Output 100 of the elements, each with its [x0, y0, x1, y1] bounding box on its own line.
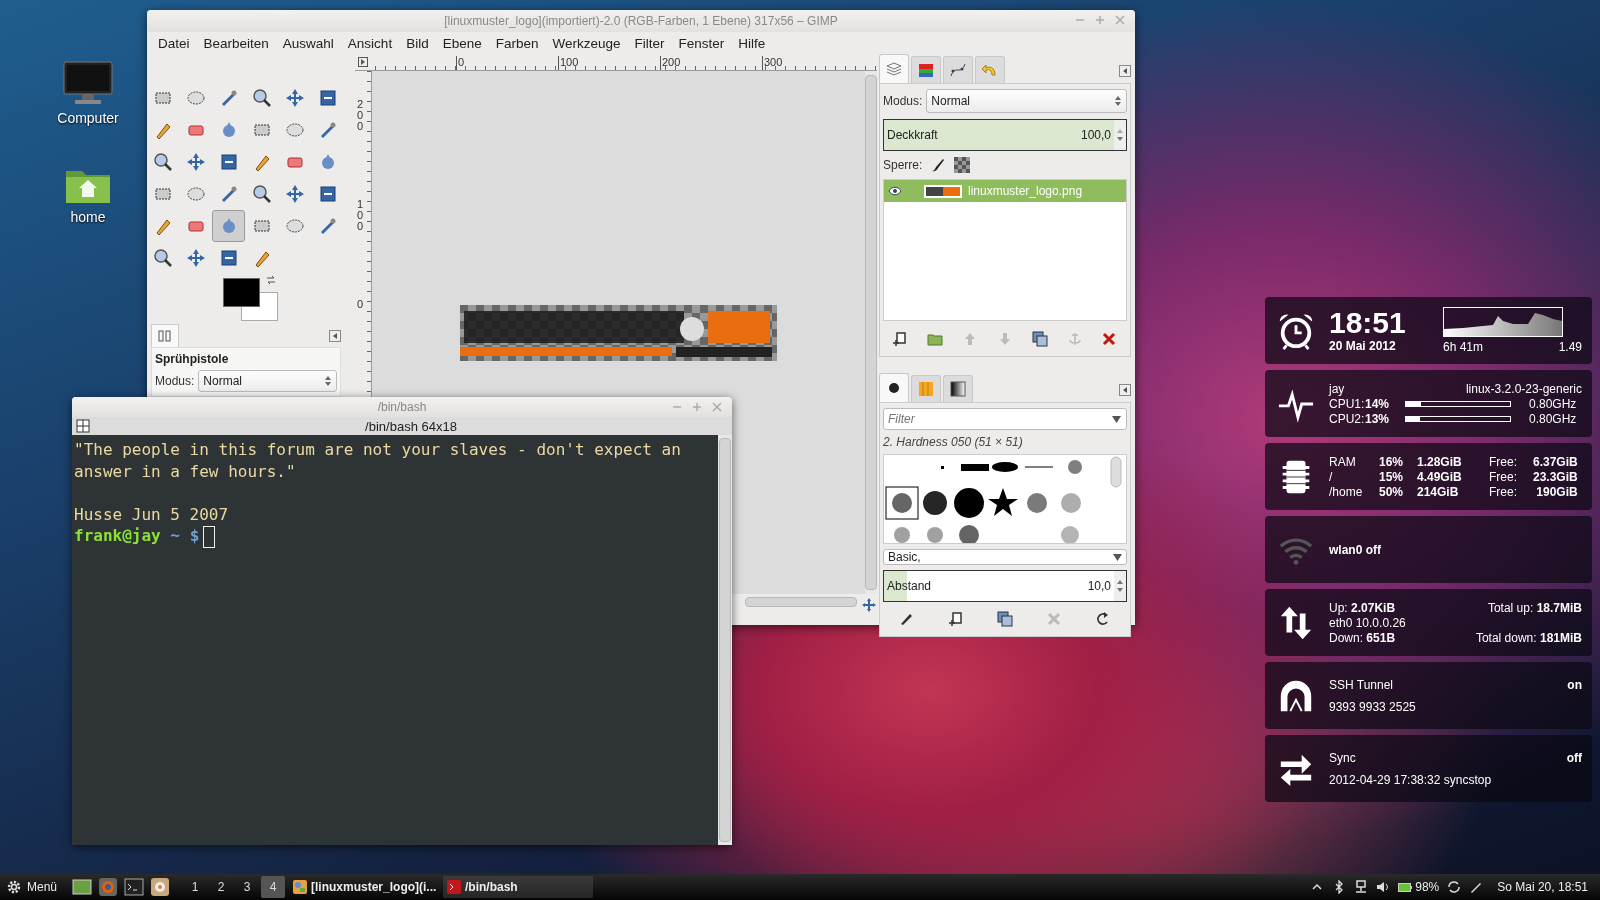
lock-label: Sperre:: [883, 158, 923, 172]
battery-indicator[interactable]: 98%: [1398, 880, 1440, 894]
folder-icon[interactable]: [927, 331, 944, 347]
panel-menu-icon[interactable]: [1119, 384, 1131, 396]
battery-icon: [1398, 882, 1413, 892]
filter-field[interactable]: Filter: [883, 408, 1127, 430]
brush-icon[interactable]: [930, 157, 947, 173]
delete-icon[interactable]: [1101, 331, 1118, 347]
layers-icon: [885, 60, 903, 78]
channels-icon: [917, 61, 935, 79]
task-button[interactable]: [linuxmuster_logo](i...: [289, 876, 440, 898]
new-brush-icon[interactable]: [948, 611, 965, 627]
volume-icon[interactable]: [1376, 880, 1391, 894]
menu-item[interactable]: Filter: [627, 33, 672, 53]
browser-icon[interactable]: [98, 878, 119, 896]
network-icon[interactable]: [1354, 880, 1369, 894]
terminal-icon[interactable]: [124, 878, 145, 896]
dock-tab[interactable]: [879, 373, 909, 402]
desktop-icon-label[interactable]: home: [70, 209, 106, 225]
color-swatches-drawing[interactable]: [223, 278, 279, 322]
sync-title: Sync: [1329, 750, 1356, 765]
terminal-line: "The people in this forum are not your slaves - don't expect an: [74, 439, 682, 461]
storage-percent: 50%: [1379, 484, 1405, 499]
gradient-icon: [949, 380, 967, 398]
workspace-button[interactable]: 3: [235, 876, 260, 898]
new-layer-icon[interactable]: [892, 331, 909, 347]
tool-icon: [185, 248, 206, 268]
total-upload: Total up: 18.7MiB: [1487, 600, 1582, 615]
menu-button[interactable]: Menü: [0, 879, 70, 895]
pattern-icon: [917, 380, 935, 398]
task-button[interactable]: /bin/bash: [443, 876, 594, 898]
menu-item[interactable]: Ebene: [435, 33, 489, 53]
brush-name: 2. Hardness 050 (51 × 51): [883, 435, 1024, 449]
dropdown-arrow-icon: [1113, 553, 1122, 561]
workspace-button[interactable]: 2: [209, 876, 234, 898]
menu-item[interactable]: Fenster: [671, 33, 732, 53]
menu-item[interactable]: Hilfe: [731, 33, 773, 53]
ruler-label: 100: [558, 56, 660, 70]
menu-item[interactable]: Bearbeiten: [196, 33, 276, 53]
layout-icon[interactable]: [76, 419, 90, 433]
menu-item[interactable]: Ansicht: [340, 33, 400, 53]
tag-dropdown[interactable]: Basic,: [883, 549, 1127, 565]
clock-time: 18:51: [1329, 308, 1407, 338]
brush-previews-drawing[interactable]: [883, 454, 1127, 544]
mode-dropdown[interactable]: Normal: [926, 89, 1127, 113]
sync-status: off: [1566, 750, 1582, 765]
window-title: [linuxmuster_logo](importiert)-2.0 (RGB-Farben, 1 Ebene) 317x56 – GIMP: [444, 14, 838, 28]
storage-used: 214GiB: [1417, 484, 1460, 499]
download-speed: Down: 651B: [1329, 630, 1396, 645]
free-label: Free:: [1489, 484, 1518, 499]
workspace-button[interactable]: 4: [261, 876, 286, 898]
wifi-status: wlan0 off: [1329, 542, 1381, 557]
menu-item[interactable]: Werkzeuge: [545, 33, 628, 53]
window-title: /bin/bash: [377, 400, 427, 414]
menu-item[interactable]: Auswahl: [275, 33, 341, 53]
storage-free: 190GiB: [1535, 484, 1578, 499]
spin-arrows-icon: [1114, 95, 1122, 107]
storage-free: 23.3GiB: [1533, 469, 1578, 484]
ssh-title: SSH Tunnel: [1329, 677, 1394, 692]
workspace-button[interactable]: 1: [183, 876, 208, 898]
swap-arrows-icon[interactable]: [265, 274, 277, 286]
file-manager-icon[interactable]: [72, 878, 93, 896]
storage-name: /home: [1329, 484, 1364, 499]
menu-item[interactable]: Bild: [399, 33, 436, 53]
storage-name: RAM: [1329, 454, 1357, 469]
tool-icon: [185, 184, 206, 204]
sync-icon[interactable]: [1447, 880, 1462, 894]
navigate-icon[interactable]: [861, 597, 877, 613]
tool-icon: [317, 184, 338, 204]
spacing-spinner[interactable]: Abstand 10,0: [883, 570, 1127, 602]
horizontal-scrollbar[interactable]: [745, 597, 857, 607]
checkerboard-icon[interactable]: [954, 157, 971, 173]
desktop-icon-label[interactable]: Computer: [57, 110, 119, 126]
pen-icon[interactable]: [1469, 880, 1484, 894]
opacity-spinner[interactable]: Deckkraft 100,0: [883, 119, 1127, 151]
menu-item[interactable]: Datei: [151, 33, 197, 53]
uptime: 6h 41m: [1443, 340, 1484, 354]
storage-name: /: [1329, 469, 1334, 484]
paint-app-icon[interactable]: [150, 878, 171, 896]
storage-percent: 15%: [1379, 469, 1405, 484]
ruler-label: 0: [456, 56, 558, 70]
eye-icon[interactable]: [888, 186, 902, 196]
total-download: Total down: 181MiB: [1475, 630, 1582, 645]
prompt-symbol: $: [189, 526, 200, 546]
duplicate-icon[interactable]: [1031, 331, 1048, 347]
refresh-icon[interactable]: [1094, 611, 1111, 627]
panel-menu-icon[interactable]: [1119, 65, 1131, 77]
clock[interactable]: So Mai 20, 18:51: [1497, 880, 1588, 894]
panel-menu-icon[interactable]: [329, 329, 341, 342]
cpu-usage: 13%: [1365, 411, 1391, 426]
mode-dropdown[interactable]: Normal: [198, 370, 337, 392]
dock-tab[interactable]: [943, 375, 973, 402]
menu-arrow-icon[interactable]: [358, 57, 368, 67]
interface-address: eth0 10.0.0.26: [1329, 615, 1407, 630]
ssh-ports: 9393 9933 2525: [1329, 699, 1417, 714]
gear-icon: [6, 879, 22, 895]
monitor-icon[interactable]: [62, 60, 114, 106]
dropdown-arrow-icon[interactable]: [1112, 416, 1121, 423]
menu-item[interactable]: Farben: [488, 33, 546, 53]
duplicate-icon[interactable]: [997, 611, 1013, 627]
